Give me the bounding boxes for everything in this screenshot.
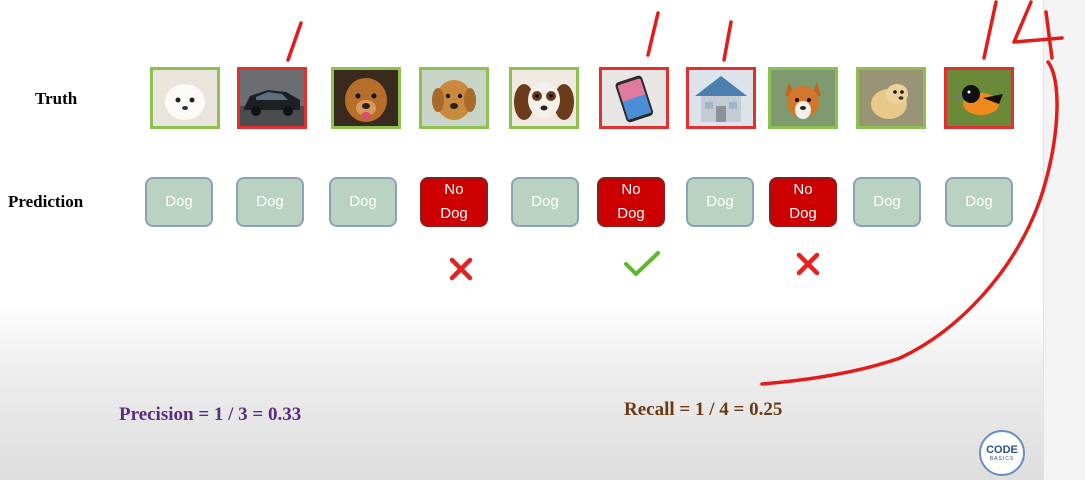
truth-image-1-white-puppy	[150, 67, 220, 129]
prediction-line-1: No	[793, 181, 813, 198]
prediction-row-label: Prediction	[8, 192, 84, 211]
truth-image-10-bird	[944, 67, 1014, 129]
prediction-box-2: Dog	[236, 177, 304, 227]
cross-icon	[796, 252, 820, 276]
prediction-line-2: Dog	[789, 205, 817, 222]
truth-image-9-puppy	[856, 67, 926, 129]
prediction-line-1: Dog	[873, 193, 901, 210]
truth-image-8-corgi-dog	[768, 67, 838, 129]
annotation-tick-mark	[722, 20, 733, 62]
prediction-line-1: Dog	[256, 193, 284, 210]
prediction-line-1: No	[444, 181, 464, 198]
logo-text-basics: BASICS	[989, 455, 1015, 462]
prediction-box-3: Dog	[329, 177, 397, 227]
annotation-tick-mark	[646, 11, 660, 57]
prediction-box-5: Dog	[511, 177, 579, 227]
truth-image-5-spaniel-dog	[509, 67, 579, 129]
recall-formula: Recall = 1 / 4 = 0.25	[624, 399, 783, 420]
prediction-box-9: Dog	[853, 177, 921, 227]
prediction-box-4: No Dog	[420, 177, 488, 227]
truth-image-2-car	[237, 67, 307, 129]
prediction-line-2: Dog	[617, 205, 645, 222]
truth-row-label: Truth	[35, 89, 78, 108]
annotation-tick-mark	[286, 21, 303, 62]
prediction-line-1: No	[621, 181, 641, 198]
prediction-line-1: Dog	[349, 193, 377, 210]
prediction-line-1: Dog	[531, 193, 559, 210]
annotation-tick-mark	[982, 0, 998, 60]
prediction-box-10: Dog	[945, 177, 1013, 227]
right-edge-strip	[1043, 0, 1085, 480]
prediction-box-8: No Dog	[769, 177, 837, 227]
prediction-box-6: No Dog	[597, 177, 665, 227]
prediction-box-1: Dog	[145, 177, 213, 227]
prediction-box-7: Dog	[686, 177, 754, 227]
truth-image-4-retriever-dog	[419, 67, 489, 129]
prediction-line-1: Dog	[706, 193, 734, 210]
truth-image-7-house	[686, 67, 756, 129]
prediction-line-2: Dog	[440, 205, 468, 222]
cross-icon	[449, 257, 473, 281]
precision-formula: Precision = 1 / 3 = 0.33	[119, 404, 302, 425]
codebasics-logo: CODE BASICS	[979, 430, 1025, 476]
prediction-line-1: Dog	[965, 193, 993, 210]
logo-text-code: CODE	[986, 443, 1018, 456]
prediction-line-1: Dog	[165, 193, 193, 210]
check-icon	[624, 251, 660, 276]
truth-image-3-golden-retriever	[331, 67, 401, 129]
truth-image-6-smartphone	[599, 67, 669, 129]
